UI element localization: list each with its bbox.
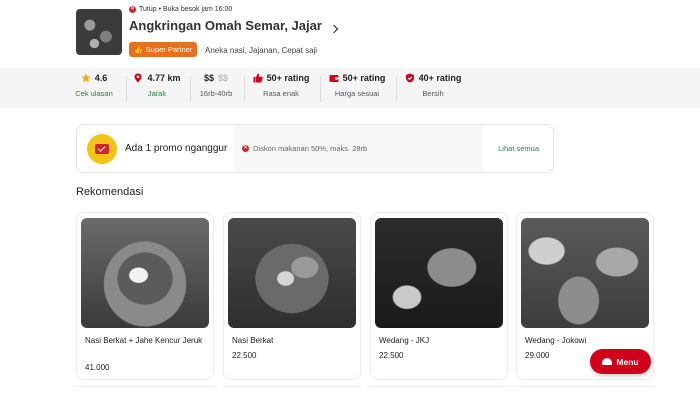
unavailable-icon: ×	[242, 145, 249, 152]
rating-value: 4.6	[94, 73, 108, 83]
wallet-icon	[329, 75, 339, 82]
divider	[126, 76, 127, 102]
location-pin-icon	[134, 73, 142, 83]
restaurant-name[interactable]: Angkringan Omah Semar, Jajar	[129, 18, 322, 33]
restaurant-thumbnail	[76, 9, 122, 55]
drink-image	[375, 218, 503, 328]
restaurant-header[interactable]: × Tutup • Buka besok jam 16:00 Angkringa…	[76, 6, 376, 57]
distance-value: 4.77 km	[147, 73, 181, 83]
price-level-empty: $$	[218, 73, 229, 83]
clean-rating-info: 40+ rating Bersih	[402, 73, 464, 103]
divider	[190, 76, 191, 102]
next-row-card-edge	[370, 386, 508, 393]
menu-button[interactable]: Menu	[590, 349, 651, 374]
price-rating-value: 50+ rating	[342, 73, 386, 83]
clean-label: Bersih	[422, 89, 444, 98]
item-name: Nasi Berkat + Jahe Kencur Jeruk	[85, 336, 203, 345]
price-fair-label: Harga sesuai	[334, 89, 380, 98]
divider	[396, 76, 397, 102]
check-reviews-link[interactable]: Cek ulasan	[74, 89, 114, 98]
menu-button-label: Menu	[616, 356, 639, 367]
menu-item-card[interactable]: Nasi Berkat 22.500	[223, 212, 361, 380]
taste-rating-value: 50+ rating	[266, 73, 310, 83]
next-row-card-edge	[516, 386, 654, 393]
cuisine-list: Aneka nasi, Jajanan, Cepat saji	[205, 46, 318, 55]
item-price: 22.500	[379, 351, 404, 360]
item-name: Wedang - Jokowi	[525, 336, 587, 345]
next-row-card-edge	[76, 386, 214, 393]
promo-summary: Ada 1 promo nganggur	[77, 125, 234, 172]
next-row-card-edge	[223, 386, 361, 393]
price-level-filled: $$	[203, 73, 214, 83]
item-name: Nasi Berkat	[232, 336, 274, 345]
promo-detail-area: × Diskon makanan 50%, maks. 28rb	[234, 125, 482, 172]
badge-label: Super Partner	[145, 45, 193, 54]
menu-item-card[interactable]: Nasi Berkat + Jahe Kencur Jeruk 41.000	[76, 212, 214, 380]
distance-info: 4.77 km Jarak	[132, 73, 182, 103]
price-range: 16rb-40rb	[199, 89, 233, 98]
promo-title: Ada 1 promo nganggur	[125, 143, 228, 154]
promo-detail: Diskon makanan 50%, maks. 28rb	[253, 144, 368, 153]
taste-label: Rasa enak	[263, 89, 299, 98]
item-price: 22.500	[232, 351, 257, 360]
chevron-right-icon[interactable]	[329, 24, 339, 34]
price-info: $$ $$ 16rb-40rb	[196, 73, 236, 103]
rating-info[interactable]: 4.6 Cek ulasan	[74, 73, 114, 103]
thumbs-up-icon	[253, 73, 263, 83]
divider	[244, 76, 245, 102]
item-price: 41.000	[85, 363, 110, 372]
taste-rating-info: 50+ rating Rasa enak	[250, 73, 312, 103]
menu-item-card[interactable]: Wedang - JKJ 22.500	[370, 212, 508, 380]
star-icon	[81, 73, 91, 83]
open-status: × Tutup • Buka besok jam 16:00	[129, 6, 232, 13]
item-name: Wedang - JKJ	[379, 336, 430, 345]
divider	[320, 76, 321, 102]
food-image	[228, 218, 356, 328]
cloche-icon	[602, 358, 613, 365]
info-strip: 4.6 Cek ulasan 4.77 km Jarak $$ $$ 16rb-4…	[0, 68, 700, 108]
voucher-icon	[87, 133, 117, 164]
promo-card[interactable]: Ada 1 promo nganggur × Diskon makanan 50…	[76, 124, 554, 173]
price-level: $$ $$	[196, 73, 236, 83]
thumbs-up-icon: 👍	[134, 46, 143, 54]
section-title: Rekomendasi	[76, 186, 144, 198]
see-all-promos-link[interactable]: Lihat semua	[498, 144, 539, 153]
closed-icon: ×	[129, 6, 136, 13]
shield-icon	[405, 73, 414, 83]
food-image	[81, 218, 209, 328]
clean-rating-value: 40+ rating	[418, 73, 462, 83]
drink-image	[521, 218, 649, 328]
item-price: 29.000	[525, 351, 550, 360]
status-text: Tutup • Buka besok jam 16:00	[139, 6, 233, 13]
super-partner-badge: 👍 Super Partner	[129, 42, 198, 57]
distance-label: Jarak	[147, 89, 167, 98]
price-rating-info: 50+ rating Harga sesuai	[326, 73, 388, 103]
